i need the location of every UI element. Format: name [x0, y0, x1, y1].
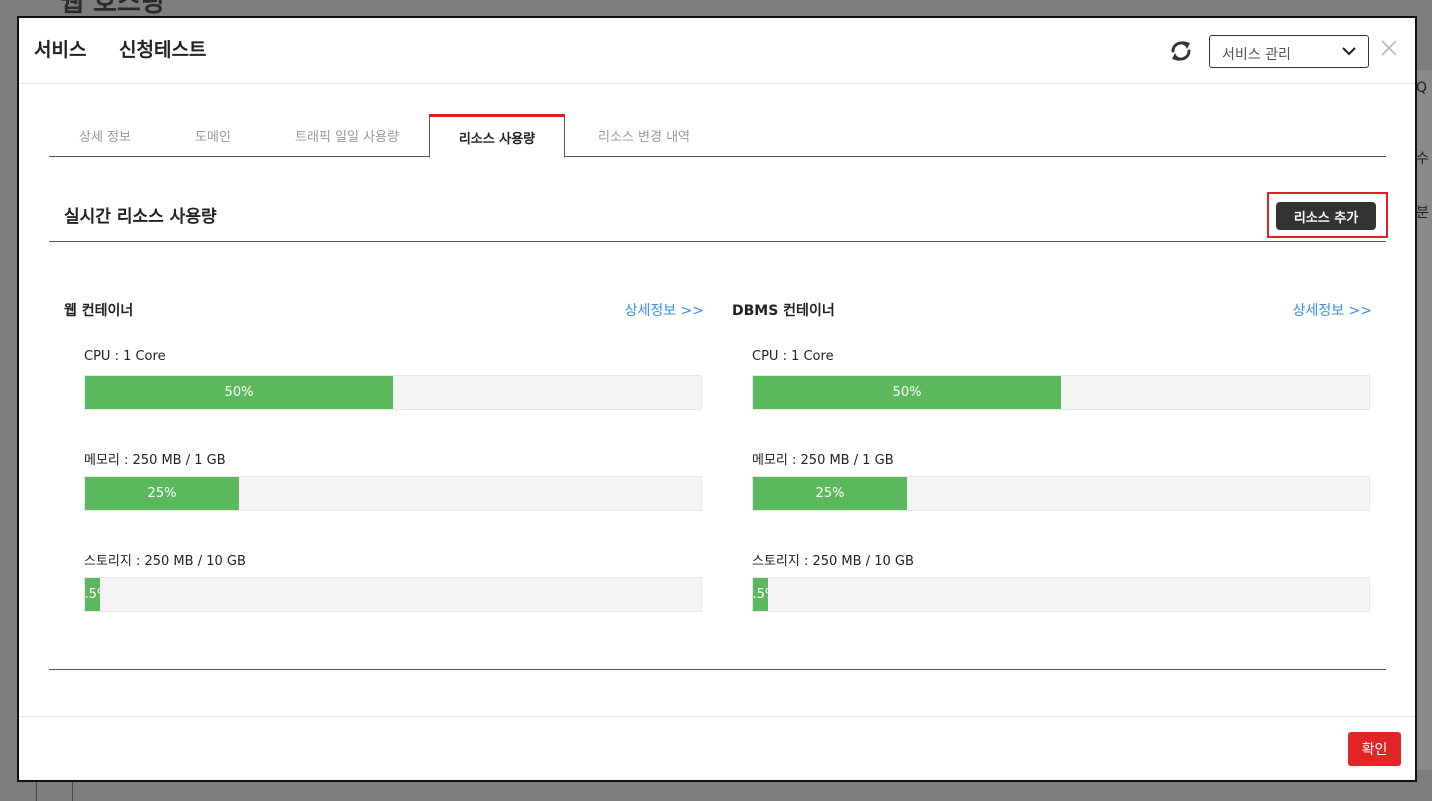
cpu-bar-fill: 50%	[753, 376, 1061, 409]
storage-bar-fill: 2.5%	[85, 578, 101, 611]
resource-modal: 서비스 신청테스트 서비스 관리 상세 정보 도메인 트래픽 일일 사용량 리소…	[17, 16, 1417, 782]
cpu-bar: 50%	[752, 375, 1370, 410]
modal-header: 서비스 신청테스트 서비스 관리	[19, 18, 1415, 84]
tab-traffic-daily[interactable]: 트래픽 일일 사용량	[265, 114, 429, 157]
header-service-name: 신청테스트	[119, 39, 207, 61]
container-title: 웹 컨테이너	[64, 303, 134, 319]
add-resource-button[interactable]: 리소스 추가	[1276, 202, 1376, 230]
background-char: 분	[1416, 205, 1429, 221]
background-divider	[36, 780, 37, 801]
storage-label: 스토리지 : 250 MB / 10 GB	[752, 554, 914, 569]
detail-link[interactable]: 상세정보 >>	[1293, 300, 1372, 320]
storage-label: 스토리지 : 250 MB / 10 GB	[84, 554, 246, 569]
memory-label: 메모리 : 250 MB / 1 GB	[84, 453, 226, 468]
memory-bar: 25%	[84, 476, 702, 511]
chevron-down-icon	[1342, 47, 1356, 56]
close-icon[interactable]	[1381, 40, 1397, 56]
tab-resource-usage[interactable]: 리소스 사용량	[429, 114, 565, 158]
tab-details[interactable]: 상세 정보	[49, 114, 161, 157]
memory-label: 메모리 : 250 MB / 1 GB	[752, 453, 894, 468]
section-divider	[49, 241, 1386, 242]
refresh-icon[interactable]	[1169, 39, 1193, 63]
detail-link[interactable]: 상세정보 >>	[625, 300, 704, 320]
background-char: Q	[1416, 80, 1428, 96]
tab-resource-history[interactable]: 리소스 변경 내역	[565, 114, 723, 157]
tab-bar: 상세 정보 도메인 트래픽 일일 사용량 리소스 사용량 리소스 변경 내역	[49, 114, 1386, 158]
select-value: 서비스 관리	[1222, 47, 1291, 63]
header-service-label: 서비스	[34, 39, 87, 61]
memory-bar: 25%	[752, 476, 1370, 511]
cpu-label: CPU : 1 Core	[752, 349, 834, 364]
cpu-bar: 50%	[84, 375, 702, 410]
background-divider	[72, 780, 73, 801]
cpu-label: CPU : 1 Core	[84, 349, 166, 364]
dbms-container-panel: DBMS 컨테이너 상세정보 >> CPU : 1 Core 50% 메모리 :…	[732, 300, 1372, 620]
memory-bar-fill: 25%	[85, 477, 239, 510]
storage-bar: 2.5%	[752, 577, 1370, 612]
storage-bar: 2.5%	[84, 577, 702, 612]
container-title: DBMS 컨테이너	[732, 303, 835, 319]
service-manage-select[interactable]: 서비스 관리	[1209, 35, 1369, 68]
web-container-panel: 웹 컨테이너 상세정보 >> CPU : 1 Core 50% 메모리 : 25…	[64, 300, 704, 620]
cpu-bar-fill: 50%	[85, 376, 393, 409]
memory-bar-fill: 25%	[753, 477, 907, 510]
tab-domain[interactable]: 도메인	[161, 114, 265, 157]
modal-footer: 확인	[19, 716, 1415, 782]
section-title: 실시간 리소스 사용량	[64, 207, 217, 227]
content-bottom-divider	[49, 669, 1386, 670]
storage-bar-fill: 2.5%	[753, 578, 769, 611]
confirm-button[interactable]: 확인	[1348, 732, 1401, 766]
background-char: 수	[1416, 151, 1429, 167]
